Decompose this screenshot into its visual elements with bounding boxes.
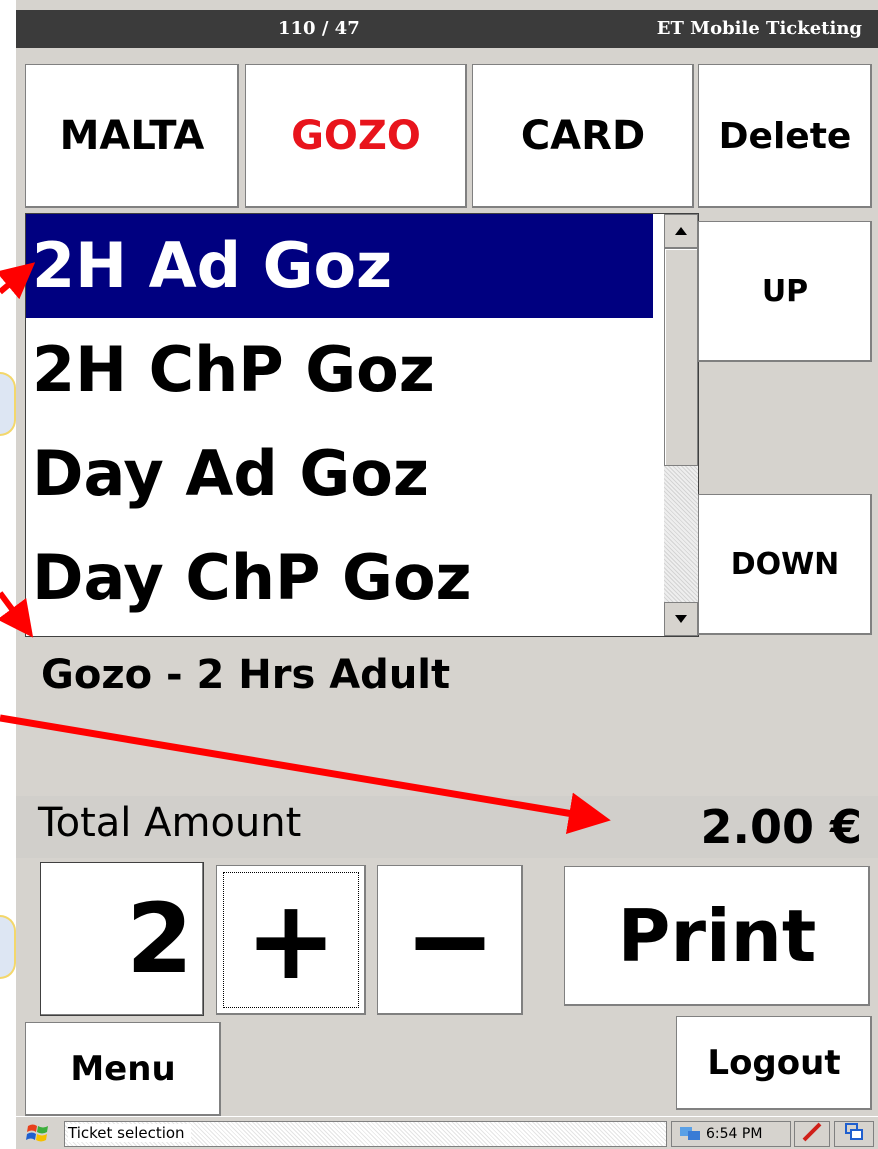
taskbar-task-label: Ticket selection [68,1124,191,1142]
quantity-minus-button[interactable]: − [377,865,523,1015]
app-window: 110 / 47 ET Mobile Ticketing MALTA GOZO … [16,0,878,1149]
logout-button[interactable]: Logout [676,1016,872,1110]
print-button-label: Print [617,894,817,978]
minus-icon: − [403,876,497,1004]
card-button[interactable]: CARD [472,64,694,208]
quantity-value: 2 [126,883,193,995]
app-name: ET Mobile Ticketing [656,18,862,39]
quantity-display: 2 [40,862,204,1016]
total-amount-value: 2.00 € [700,800,862,854]
title-bar: 110 / 47 ET Mobile Ticketing [16,10,878,48]
pen-icon[interactable] [794,1121,830,1147]
delete-button-label: Delete [718,115,852,157]
down-button[interactable]: DOWN [698,494,872,635]
up-button-label: UP [761,274,809,309]
ticket-description: Gozo - 2 Hrs Adult [41,652,451,698]
ticket-counter: 110 / 47 [278,18,360,39]
ticket-list[interactable]: 2H Ad Goz 2H ChP Goz Day Ad Goz Day ChP … [25,213,699,637]
scroll-up-arrow-icon[interactable] [664,214,698,248]
menu-button-label: Menu [70,1049,176,1089]
system-tray: 6:54 PM [671,1121,791,1147]
scroll-down-arrow-icon[interactable] [664,602,698,636]
print-button[interactable]: Print [564,866,870,1006]
background-logo-fragment [0,372,16,436]
card-button-label: CARD [520,113,646,159]
ticket-list-item[interactable]: 2H ChP Goz [26,318,653,422]
quantity-plus-button[interactable]: + [216,865,366,1015]
ticket-list-item-selected[interactable]: 2H Ad Goz [26,214,653,318]
ticket-list-item[interactable]: Day Ad Goz [26,422,653,526]
menu-button[interactable]: Menu [25,1022,221,1116]
scrollbar-thumb[interactable] [664,248,698,466]
windows-switch-icon[interactable] [834,1121,874,1147]
ticket-list-item[interactable]: Day ChP Goz [26,526,653,630]
logout-button-label: Logout [707,1043,841,1083]
gozo-button[interactable]: GOZO [245,64,467,208]
delete-button[interactable]: Delete [698,64,872,208]
up-button[interactable]: UP [698,221,872,362]
list-scrollbar[interactable] [664,214,698,636]
total-amount-label: Total Amount [38,800,302,846]
plus-icon: + [244,876,338,1004]
network-icon[interactable] [678,1122,702,1149]
left-edge-background [0,0,16,1149]
taskbar: Ticket selection 6:54 PM [16,1116,878,1149]
down-button-label: DOWN [730,547,840,582]
malta-button[interactable]: MALTA [25,64,239,208]
clock: 6:54 PM [706,1126,763,1142]
malta-button-label: MALTA [59,113,205,159]
windows-logo-icon[interactable] [24,1122,52,1146]
gozo-button-label: GOZO [291,113,421,159]
background-logo-fragment [0,915,16,979]
